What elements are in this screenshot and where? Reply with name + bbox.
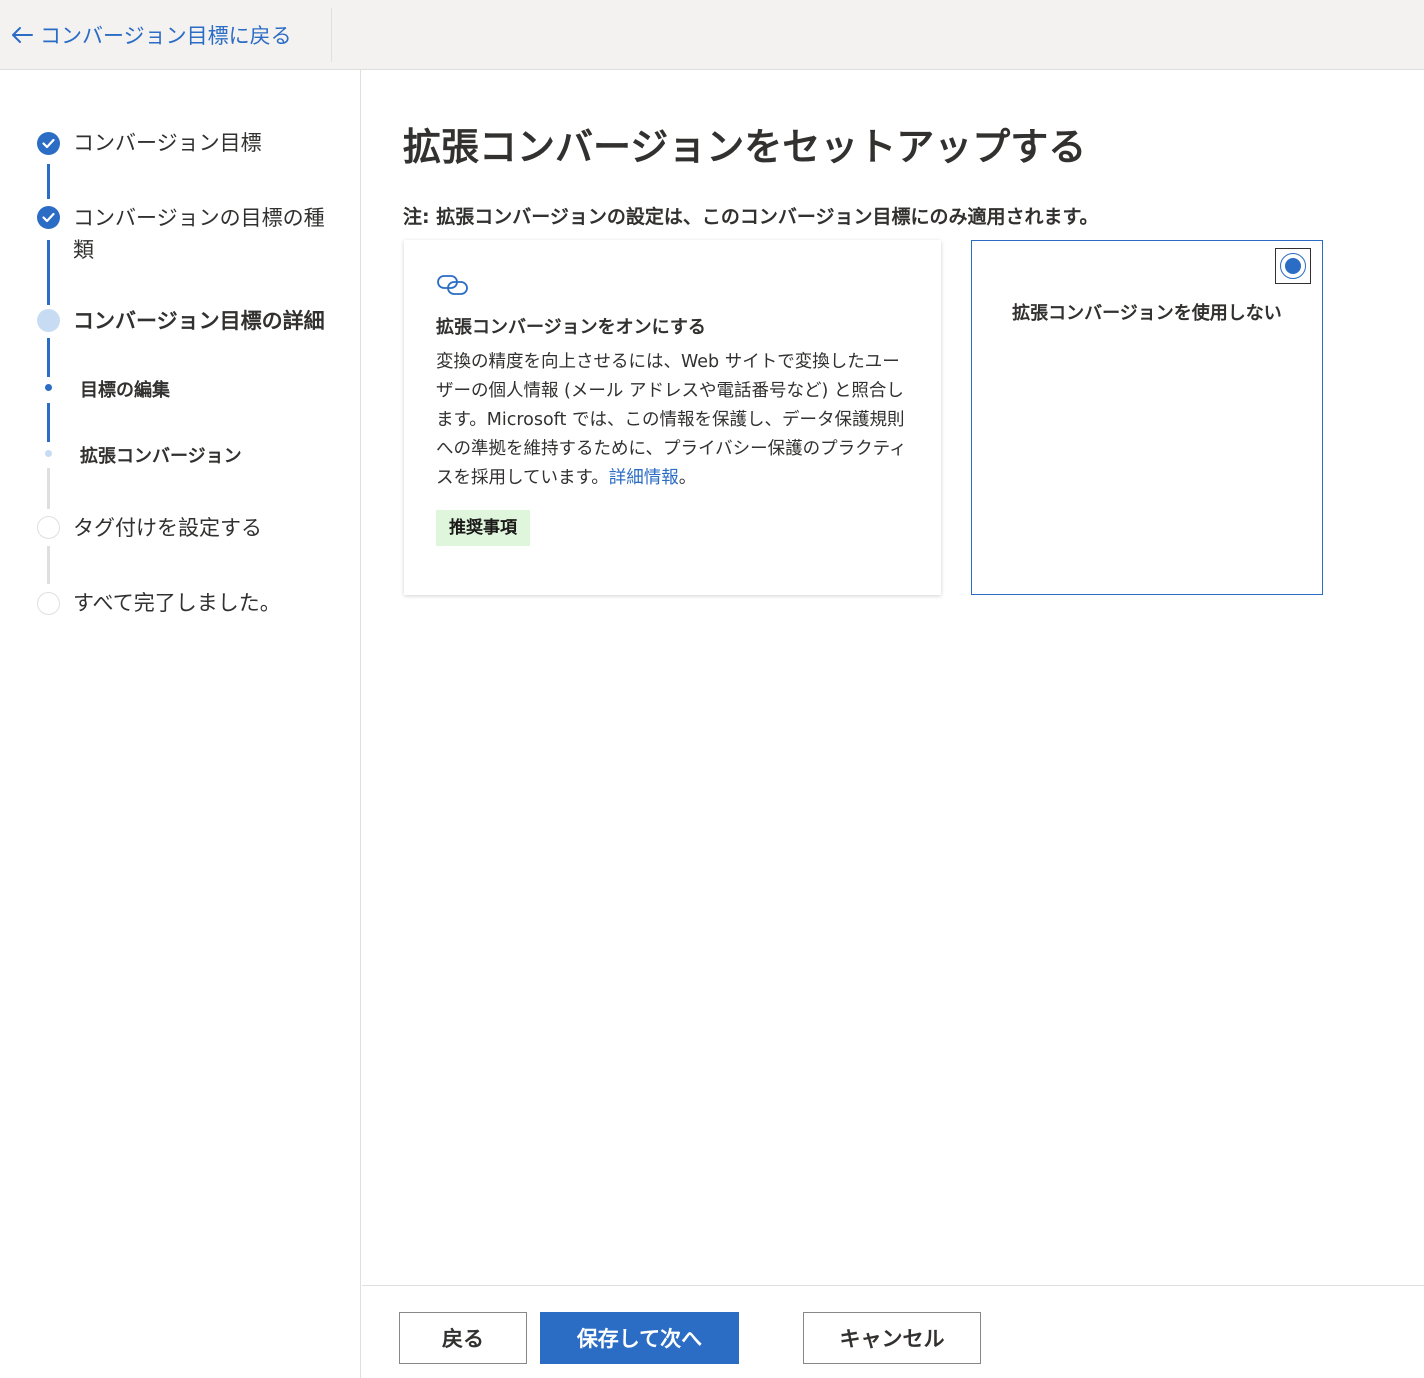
recommended-badge: 推奨事項 (436, 510, 530, 546)
description-end-punct: 。 (678, 468, 697, 488)
step-goal-type[interactable]: コンバージョンの目標の種類 (50, 202, 325, 266)
learn-more-link[interactable]: 詳細情報 (609, 468, 679, 488)
step-tagging: タグ付けを設定する (73, 516, 262, 540)
step-complete-check-icon (37, 132, 60, 155)
substep-dot (45, 384, 52, 391)
step-all-done: すべて完了しました。 (73, 591, 281, 615)
page-title: 拡張コンバージョンをセットアップする (403, 125, 1087, 169)
option-on-description: 変換の精度を向上させるには、Web サイトで変換したユーザーの個人情報 (メール… (436, 348, 916, 493)
option-off-title: 拡張コンバージョンを使用しない (1012, 303, 1282, 324)
back-link-label: コンバージョン目標に戻る (40, 24, 292, 48)
step-connector (47, 338, 50, 377)
top-bar: コンバージョン目標に戻る (0, 0, 1424, 70)
cancel-button[interactable]: キャンセル (803, 1312, 981, 1364)
substep-dot (45, 450, 52, 457)
wizard-stepper: コンバージョン目標 コンバージョンの目標の種類 コンバージョン目標の詳細 目標の… (0, 70, 361, 1378)
back-button[interactable]: 戻る (399, 1312, 527, 1364)
step-connector (47, 403, 50, 442)
step-goal-details: コンバージョン目標の詳細 (73, 309, 325, 333)
save-and-next-button[interactable]: 保存して次へ (540, 1312, 739, 1364)
substep-enhanced-conversions: 拡張コンバージョン (80, 446, 242, 467)
substep-edit-goal[interactable]: 目標の編集 (80, 376, 170, 402)
step-connector (47, 164, 50, 199)
step-conversion-goal[interactable]: コンバージョン目標 (73, 127, 348, 159)
topbar-divider (331, 8, 332, 62)
option-on-title: 拡張コンバージョンをオンにする (436, 317, 706, 338)
radio-focus-frame (1275, 248, 1311, 284)
step-connector (47, 468, 50, 509)
option-enable-enhanced-conversions[interactable]: 拡張コンバージョンをオンにする 変換の精度を向上させるには、Web サイトで変換… (404, 240, 941, 595)
step-current-indicator (37, 309, 60, 332)
arrow-left-icon (12, 27, 33, 43)
radio-dot (1285, 258, 1301, 274)
back-to-goals-link[interactable]: コンバージョン目標に戻る (10, 18, 292, 52)
link-icon (437, 275, 468, 295)
main-content: 拡張コンバージョンをセットアップする 注: 拡張コンバージョンの設定は、このコン… (362, 70, 1424, 1285)
footer-actions: 戻る 保存して次へ キャンセル (362, 1285, 1424, 1378)
step-connector (47, 546, 50, 584)
step-pending-indicator (37, 516, 60, 539)
scope-note: 注: 拡張コンバージョンの設定は、このコンバージョン目標にのみ適用されます。 (403, 206, 1099, 228)
option-disable-enhanced-conversions[interactable]: 拡張コンバージョンを使用しない (971, 240, 1323, 595)
step-goal-type-label: コンバージョンの目標の種類 (73, 206, 325, 262)
step-pending-indicator (37, 592, 60, 615)
radio-selected-icon[interactable] (1280, 253, 1306, 279)
